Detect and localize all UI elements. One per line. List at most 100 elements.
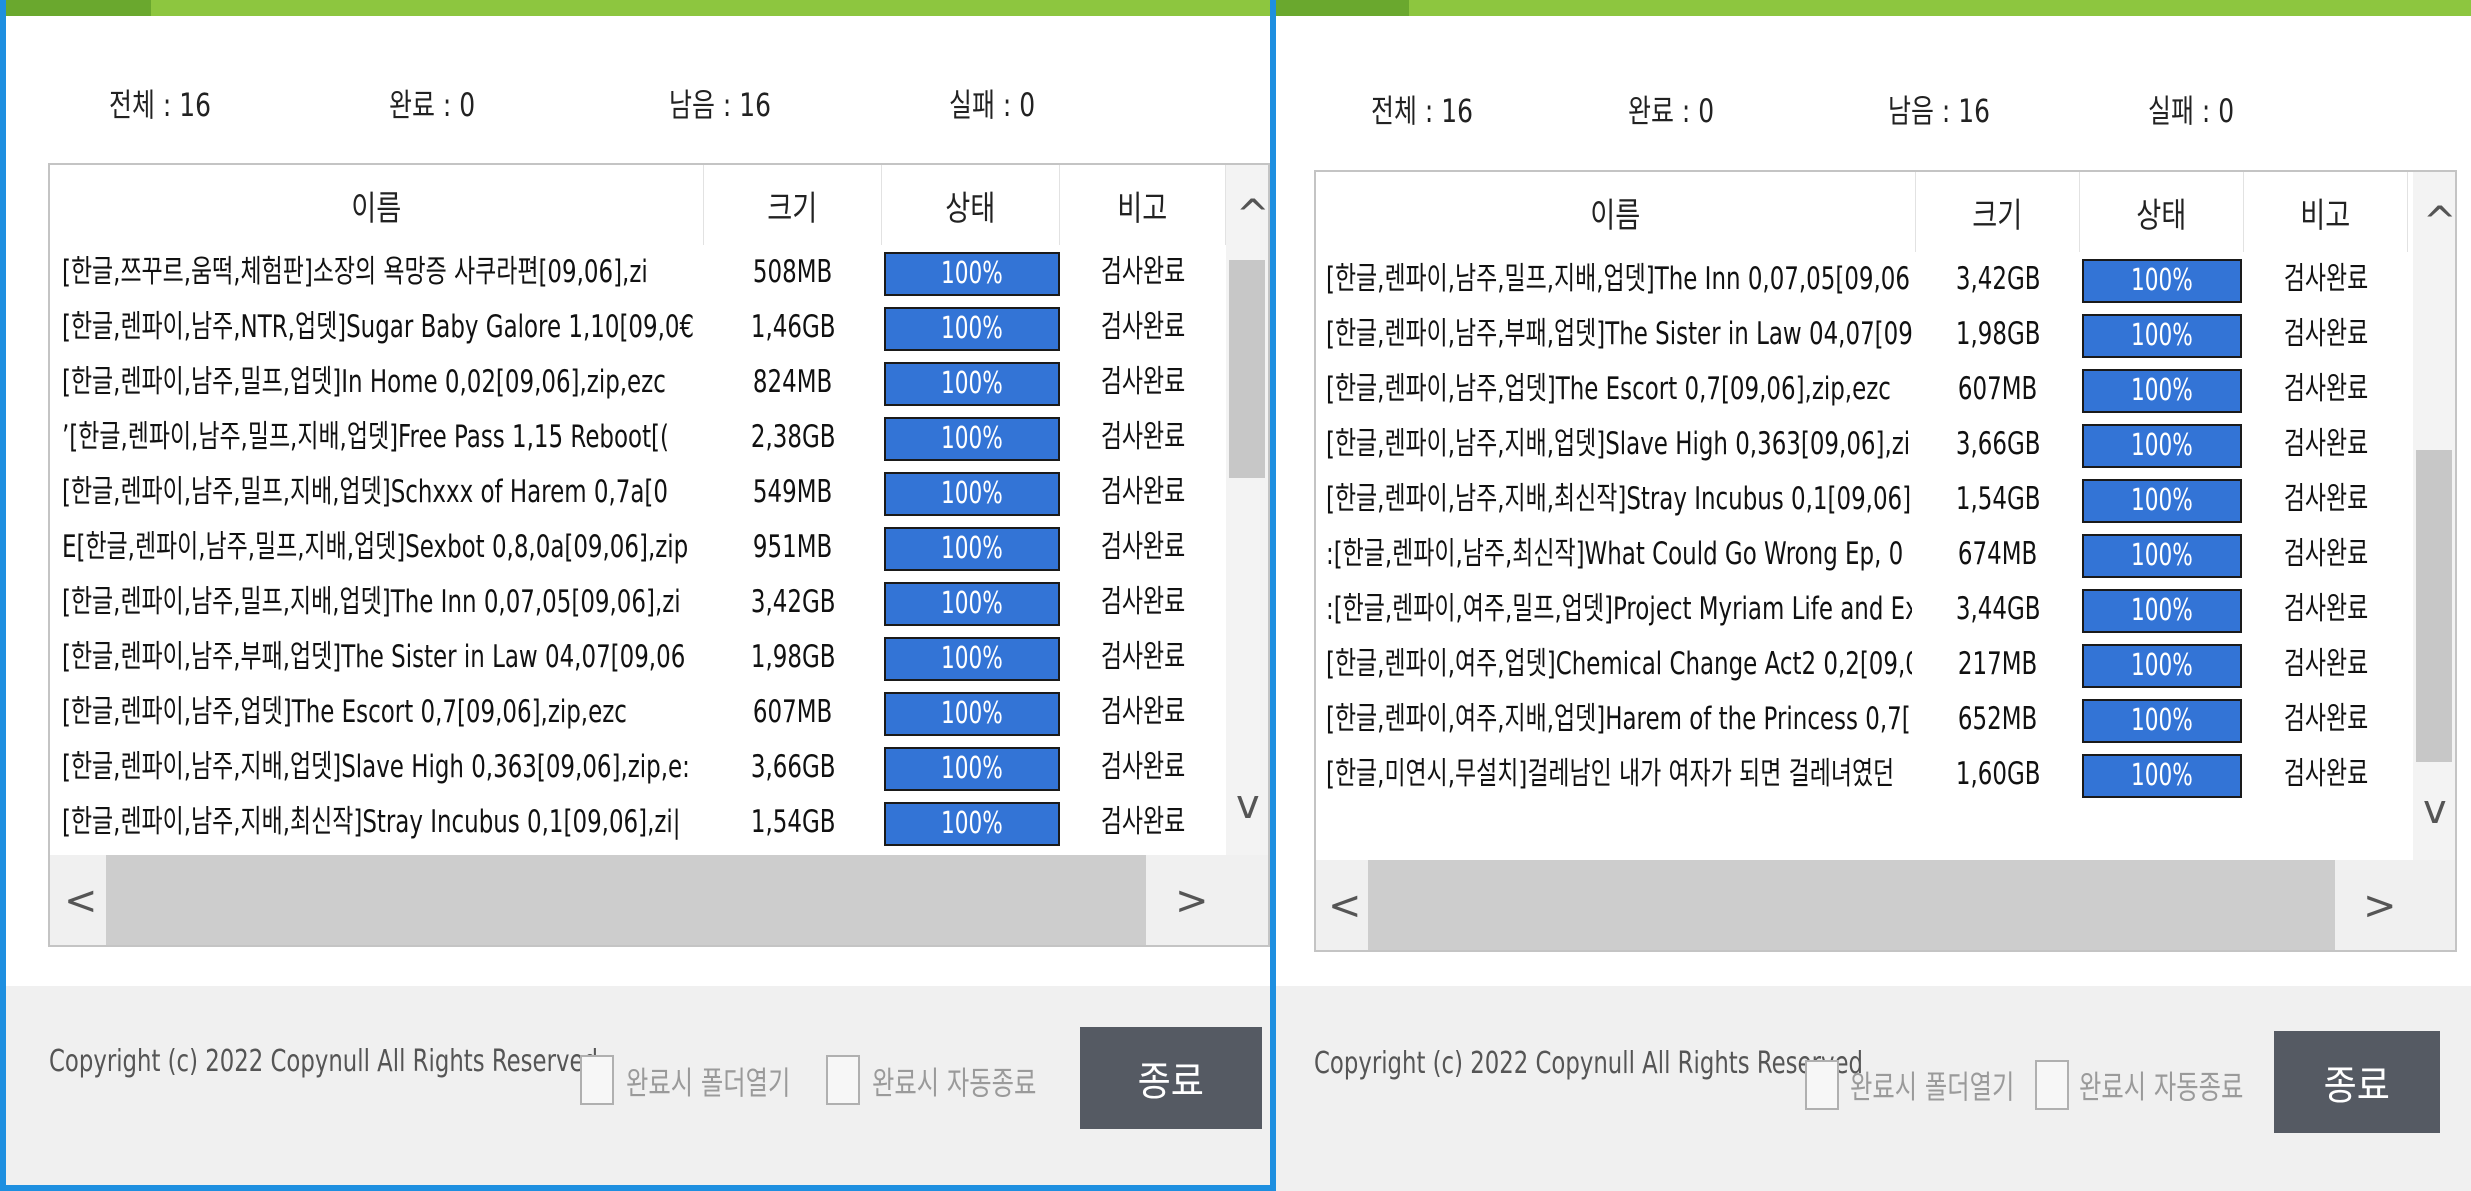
scroll-right-arrow-icon[interactable]: > (2363, 886, 2397, 926)
note-cell: 검사완료 (1100, 639, 1186, 675)
auto-exit-checkbox[interactable] (2035, 1060, 2069, 1110)
status-progress-bar: 100% (2082, 424, 2242, 468)
scroll-up-arrow-icon[interactable]: ^ (1236, 195, 1268, 235)
stat-total: 전체 : 16 (1371, 92, 1473, 130)
table-row[interactable]: :[한글,렌파이,여주,밀프,업뎃]Project Myriam Life an… (1316, 582, 2408, 637)
file-list[interactable]: 이름 크기 상태 비고 [한글,렌파이,남주,밀프,지배,업뎃]The Inn … (1314, 170, 2457, 952)
table-row[interactable]: [한글,렌파이,남주,지배,업뎃]Slave High 0,363[09,06]… (1316, 417, 2408, 472)
note-cell: 검사완료 (1100, 529, 1186, 565)
progress-text: 100% (941, 476, 1003, 511)
stat-done: 완료 : 0 (389, 86, 476, 124)
file-size-cell: 674MB (1958, 536, 2038, 572)
status-progress-bar: 100% (884, 472, 1060, 516)
status-progress-bar: 100% (2082, 259, 2242, 303)
table-row[interactable]: [한글,렌파이,남주,밀프,지배,업뎃]The Inn 0,07,05[09,0… (1316, 252, 2408, 307)
table-row[interactable]: [한글,렌파이,남주,부패,업뎃]The Sister in Law 04,07… (1316, 307, 2408, 362)
vertical-scrollbar[interactable]: ^ v (1226, 165, 1268, 855)
status-progress-bar: 100% (884, 802, 1060, 846)
scroll-up-arrow-icon[interactable]: ^ (2423, 202, 2455, 242)
status-progress-bar: 100% (2082, 369, 2242, 413)
status-progress-bar: 100% (2082, 589, 2242, 633)
note-cell: 검사완료 (1100, 749, 1186, 785)
table-row[interactable]: [한글,렌파이,남주,업뎃]The Escort 0,7[09,06],zip,… (50, 685, 1226, 740)
file-size-cell: 607MB (753, 694, 833, 730)
status-progress-bar: 100% (884, 362, 1060, 406)
note-cell: 검사완료 (2283, 371, 2369, 407)
scroll-down-arrow-icon[interactable]: v (1236, 785, 1260, 825)
column-header-status[interactable]: 상태 (2080, 172, 2244, 252)
progress-text: 100% (2131, 648, 2193, 683)
file-size-cell: 3,42GB (1955, 261, 2041, 297)
file-size-cell: 2,38GB (750, 419, 836, 455)
table-row[interactable]: [한글,쯔꾸르,움떡,체험판]소장의 욕망증 사쿠라편[09,06],zi 508… (50, 245, 1226, 300)
file-size-cell: 951MB (753, 529, 833, 565)
status-progress-bar: 100% (884, 417, 1060, 461)
horizontal-scroll-thumb[interactable] (106, 855, 1146, 945)
scroll-left-arrow-icon[interactable]: < (64, 881, 98, 921)
file-size-cell: 3,44GB (1955, 591, 2041, 627)
right-window: 전체 : 16 완료 : 0 남음 : 16 실패 : 0 이름 크기 상태 비… (1276, 0, 2471, 1191)
table-row[interactable]: :[한글,렌파이,남주,최신작]What Could Go Wrong Ep, … (1316, 527, 2408, 582)
progress-text: 100% (2131, 428, 2193, 463)
status-progress-bar: 100% (884, 637, 1060, 681)
column-header-size[interactable]: 크기 (704, 165, 882, 245)
table-row[interactable]: [한글,렌파이,남주,밀프,지배,업뎃]Schxxx of Harem 0,7a… (50, 465, 1226, 520)
progress-text: 100% (2131, 318, 2193, 353)
scroll-left-arrow-icon[interactable]: < (1328, 886, 1362, 926)
file-name-cell: [한글,렌파이,남주,지배,업뎃]Slave High 0,363[09,06]… (62, 749, 690, 785)
stat-done: 완료 : 0 (1628, 92, 1715, 130)
table-row[interactable]: [한글,렌파이,남주,부패,업뎃]The Sister in Law 04,07… (50, 630, 1226, 685)
exit-button[interactable]: 종료 (2274, 1031, 2440, 1133)
table-row[interactable]: [한글,렌파이,남주,NTR,업뎃]Sugar Baby Galore 1,10… (50, 300, 1226, 355)
file-size-cell: 3,66GB (1955, 426, 2041, 462)
file-size-cell: 1,98GB (750, 639, 836, 675)
vertical-scroll-thumb[interactable] (2416, 450, 2452, 762)
table-row[interactable]: [한글,렌파이,남주,지배,최신작]Stray Incubus 0,1[09,0… (1316, 472, 2408, 527)
note-cell: 검사완료 (1100, 694, 1186, 730)
horizontal-scroll-thumb[interactable] (1368, 860, 2335, 950)
scroll-down-arrow-icon[interactable]: v (2423, 790, 2447, 830)
auto-exit-checkbox[interactable] (826, 1055, 860, 1105)
column-header-size[interactable]: 크기 (1916, 172, 2080, 252)
table-row[interactable]: [한글,렌파이,여주,지배,업뎃]Harem of the Princess 0… (1316, 692, 2408, 747)
file-name-cell: [한글,렌파이,남주,업뎃]The Escort 0,7[09,06],zip,… (1326, 371, 1891, 407)
file-size-cell: 3,66GB (750, 749, 836, 785)
file-name-cell: [한글,쯔꾸르,움떡,체험판]소장의 욕망증 사쿠라편[09,06],zi (62, 254, 648, 290)
table-row[interactable]: [한글,렌파이,남주,밀프,업뎃]In Home 0,02[09,06],zip… (50, 355, 1226, 410)
status-progress-bar: 100% (884, 747, 1060, 791)
horizontal-scrollbar[interactable]: < > (1316, 860, 2455, 950)
file-list[interactable]: 이름 크기 상태 비고 [한글,쯔꾸르,움떡,체험판]소장의 욕망증 사쿠라편[… (48, 163, 1270, 947)
vertical-scroll-thumb[interactable] (1229, 260, 1265, 478)
note-cell: 검사완료 (1100, 364, 1186, 400)
note-cell: 검사완료 (2283, 591, 2369, 627)
open-folder-checkbox[interactable] (580, 1055, 614, 1105)
table-row[interactable]: [한글,렌파이,남주,지배,업뎃]Slave High 0,363[09,06]… (50, 740, 1226, 795)
column-header-note[interactable]: 비고 (1060, 165, 1226, 245)
auto-exit-label: 완료시 자동종료 (872, 1064, 1037, 1102)
table-row[interactable]: [한글,렌파이,남주,지배,최신작]Stray Incubus 0,1[09,0… (50, 795, 1226, 850)
file-size-cell: 217MB (1958, 646, 2038, 682)
copyright-text: Copyright (c) 2022 Copynull All Rights R… (49, 1044, 598, 1079)
vertical-scrollbar[interactable]: ^ v (2413, 172, 2455, 860)
note-cell: 검사완료 (1100, 254, 1186, 290)
column-header-note[interactable]: 비고 (2244, 172, 2408, 252)
status-progress-bar: 100% (884, 252, 1060, 296)
table-row[interactable]: [한글,렌파이,남주,밀프,지배,업뎃]The Inn 0,07,05[09,0… (50, 575, 1226, 630)
table-row[interactable]: E[한글,렌파이,남주,밀프,지배,업뎃]Sexbot 0,8,0a[09,06… (50, 520, 1226, 575)
scroll-right-arrow-icon[interactable]: > (1175, 881, 1209, 921)
column-header-name[interactable]: 이름 (50, 165, 704, 245)
open-folder-checkbox[interactable] (1805, 1060, 1839, 1110)
table-row[interactable]: [한글,렌파이,여주,업뎃]Chemical Change Act2 0,2[0… (1316, 637, 2408, 692)
exit-button[interactable]: 종료 (1080, 1027, 1262, 1129)
table-row[interactable]: [한글,미연시,무설치]걸레남인 내가 여자가 되면 걸레녀였던 1,60GB 10… (1316, 747, 2408, 802)
file-name-cell: [한글,렌파이,남주,지배,업뎃]Slave High 0,363[09,06]… (1326, 426, 1912, 462)
horizontal-scrollbar[interactable]: < > (50, 855, 1268, 945)
column-header-name[interactable]: 이름 (1316, 172, 1916, 252)
column-header-status[interactable]: 상태 (882, 165, 1060, 245)
progress-text: 100% (941, 641, 1003, 676)
progress-text: 100% (941, 311, 1003, 346)
file-name-cell: [한글,렌파이,남주,밀프,지배,업뎃]The Inn 0,07,05[09,0… (62, 584, 681, 620)
note-cell: 검사완료 (2283, 261, 2369, 297)
table-row[interactable]: [한글,렌파이,남주,업뎃]The Escort 0,7[09,06],zip,… (1316, 362, 2408, 417)
table-row[interactable]: ’[한글,렌파이,남주,밀프,지배,업뎃]Free Pass 1,15 Rebo… (50, 410, 1226, 465)
